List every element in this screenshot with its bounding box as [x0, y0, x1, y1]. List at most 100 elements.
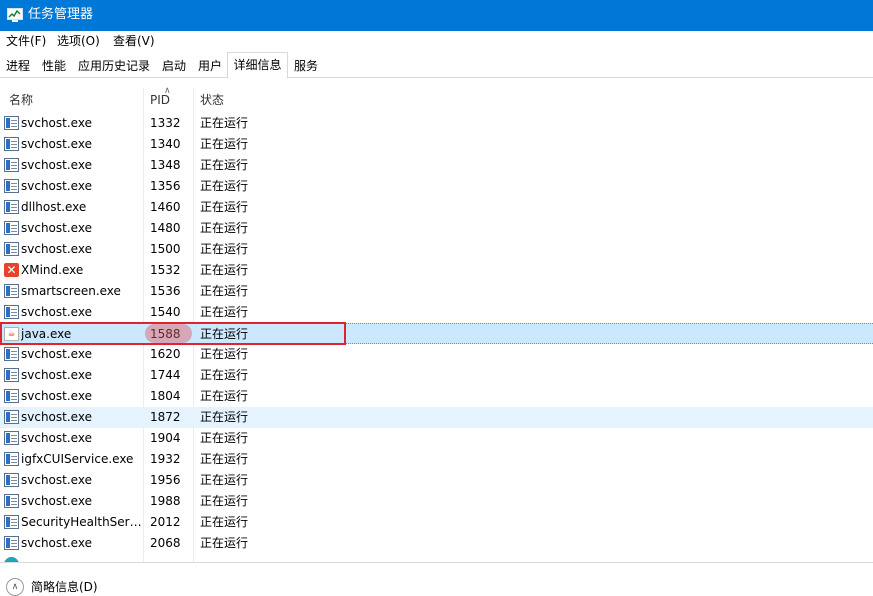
table-row[interactable]: svchost.exe 1480 正在运行	[0, 218, 873, 239]
service-host-icon	[4, 452, 19, 466]
process-name: svchost.exe	[21, 305, 92, 319]
process-status: 正在运行	[200, 158, 249, 172]
table-row[interactable]: svchost.exe 2068 正在运行	[0, 533, 873, 554]
process-pid: 1956	[150, 473, 181, 487]
table-row[interactable]	[0, 554, 873, 562]
tab-processes[interactable]: 进程	[2, 54, 34, 78]
table-row[interactable]: svchost.exe 1904 正在运行	[0, 428, 873, 449]
process-name: svchost.exe	[21, 494, 92, 508]
process-status: 正在运行	[200, 200, 249, 214]
process-pid: 1904	[150, 431, 181, 445]
process-status: 正在运行	[200, 221, 249, 235]
process-pid: 1500	[150, 242, 181, 256]
process-status: 正在运行	[200, 284, 249, 298]
footer: ∧ 简略信息(D)	[0, 562, 873, 596]
service-host-icon	[4, 305, 19, 319]
service-host-icon	[4, 515, 19, 529]
menu-view[interactable]: 查看(V)	[113, 33, 155, 49]
table-row[interactable]: dllhost.exe 1460 正在运行	[0, 197, 873, 218]
table-row[interactable]: svchost.exe 1620 正在运行	[0, 344, 873, 365]
table-row[interactable]: svchost.exe 1356 正在运行	[0, 176, 873, 197]
process-pid: 1988	[150, 494, 181, 508]
service-host-icon	[4, 116, 19, 130]
process-status: 正在运行	[200, 494, 249, 508]
service-host-icon	[4, 242, 19, 256]
table-row[interactable]: svchost.exe 1744 正在运行	[0, 365, 873, 386]
tab-startup[interactable]: 启动	[157, 54, 191, 78]
process-pid: 2068	[150, 536, 181, 550]
column-header-name[interactable]: 名称	[9, 92, 33, 108]
process-status: 正在运行	[200, 179, 249, 193]
tab-bar: 进程 性能 应用历史记录 启动 用户 详细信息 服务	[0, 51, 873, 79]
process-pid: 1588	[150, 327, 181, 341]
process-status: 正在运行	[200, 347, 249, 361]
fewer-details-button[interactable]: 简略信息(D)	[31, 579, 98, 595]
menu-options[interactable]: 选项(O)	[57, 33, 100, 49]
process-name: svchost.exe	[21, 116, 92, 130]
table-row[interactable]: svchost.exe 1956 正在运行	[0, 470, 873, 491]
tab-users[interactable]: 用户	[194, 54, 226, 78]
process-pid: 1744	[150, 368, 181, 382]
service-host-icon	[4, 158, 19, 172]
service-host-icon	[4, 179, 19, 193]
service-host-icon	[4, 536, 19, 550]
window-title: 任务管理器	[28, 7, 94, 22]
process-status: 正在运行	[200, 137, 249, 151]
table-row[interactable]: svchost.exe 1340 正在运行	[0, 134, 873, 155]
service-host-icon	[4, 473, 19, 487]
service-host-icon	[4, 389, 19, 403]
service-host-icon	[4, 221, 19, 235]
table-row[interactable]: svchost.exe 1500 正在运行	[0, 239, 873, 260]
process-name: svchost.exe	[21, 158, 92, 172]
process-pid: 1348	[150, 158, 181, 172]
process-status: 正在运行	[200, 327, 249, 341]
table-row[interactable]: smartscreen.exe 1536 正在运行	[0, 281, 873, 302]
menu-file[interactable]: 文件(F)	[6, 33, 46, 49]
process-status: 正在运行	[200, 242, 249, 256]
table-row[interactable]: svchost.exe 1332 正在运行	[0, 113, 873, 134]
table-row[interactable]: svchost.exe 1872 正在运行	[0, 407, 873, 428]
table-row[interactable]: SecurityHealthServi... 2012 正在运行	[0, 512, 873, 533]
tab-details[interactable]: 详细信息	[227, 52, 288, 79]
table-row[interactable]: ✕ XMind.exe 1532 正在运行	[0, 260, 873, 281]
table-row[interactable]: ☕ java.exe 1588 正在运行	[0, 323, 873, 344]
menu-bar: 文件(F) 选项(O) 查看(V)	[0, 31, 873, 51]
service-host-icon	[4, 347, 19, 361]
process-pid: 1536	[150, 284, 181, 298]
xmind-icon: ✕	[4, 263, 19, 277]
process-name: svchost.exe	[21, 431, 92, 445]
chevron-up-icon[interactable]: ∧	[6, 578, 24, 596]
column-header-status[interactable]: 状态	[200, 92, 224, 108]
table-row[interactable]: svchost.exe 1348 正在运行	[0, 155, 873, 176]
table-row[interactable]: svchost.exe 1540 正在运行	[0, 302, 873, 323]
process-pid: 1540	[150, 305, 181, 319]
process-status: 正在运行	[200, 452, 249, 466]
process-status: 正在运行	[200, 389, 249, 403]
column-header-pid[interactable]: PID	[150, 92, 170, 108]
table-row[interactable]: svchost.exe 1988 正在运行	[0, 491, 873, 512]
java-icon: ☕	[4, 327, 19, 341]
process-name: svchost.exe	[21, 389, 92, 403]
process-pid: 1332	[150, 116, 181, 130]
process-pid: 1932	[150, 452, 181, 466]
service-host-icon	[4, 410, 19, 424]
title-bar[interactable]: 任务管理器	[0, 0, 873, 31]
service-host-icon	[4, 284, 19, 298]
service-host-icon	[4, 431, 19, 445]
process-pid: 1480	[150, 221, 181, 235]
tab-services[interactable]: 服务	[290, 54, 322, 78]
table-row[interactable]: svchost.exe 1804 正在运行	[0, 386, 873, 407]
process-pid: 1804	[150, 389, 181, 403]
process-pid: 2012	[150, 515, 181, 529]
tab-app-history[interactable]: 应用历史记录	[74, 54, 154, 78]
process-name: svchost.exe	[21, 242, 92, 256]
tab-performance[interactable]: 性能	[37, 54, 71, 78]
process-name: svchost.exe	[21, 137, 92, 151]
process-name: igfxCUIService.exe	[21, 452, 134, 466]
table-row[interactable]: igfxCUIService.exe 1932 正在运行	[0, 449, 873, 470]
process-list: svchost.exe 1332 正在运行 svchost.exe 1340 正在运行 sv…	[0, 113, 873, 562]
process-status: 正在运行	[200, 515, 249, 529]
process-name: XMind.exe	[21, 263, 84, 277]
task-manager-icon	[7, 8, 23, 22]
process-pid: 1872	[150, 410, 181, 424]
